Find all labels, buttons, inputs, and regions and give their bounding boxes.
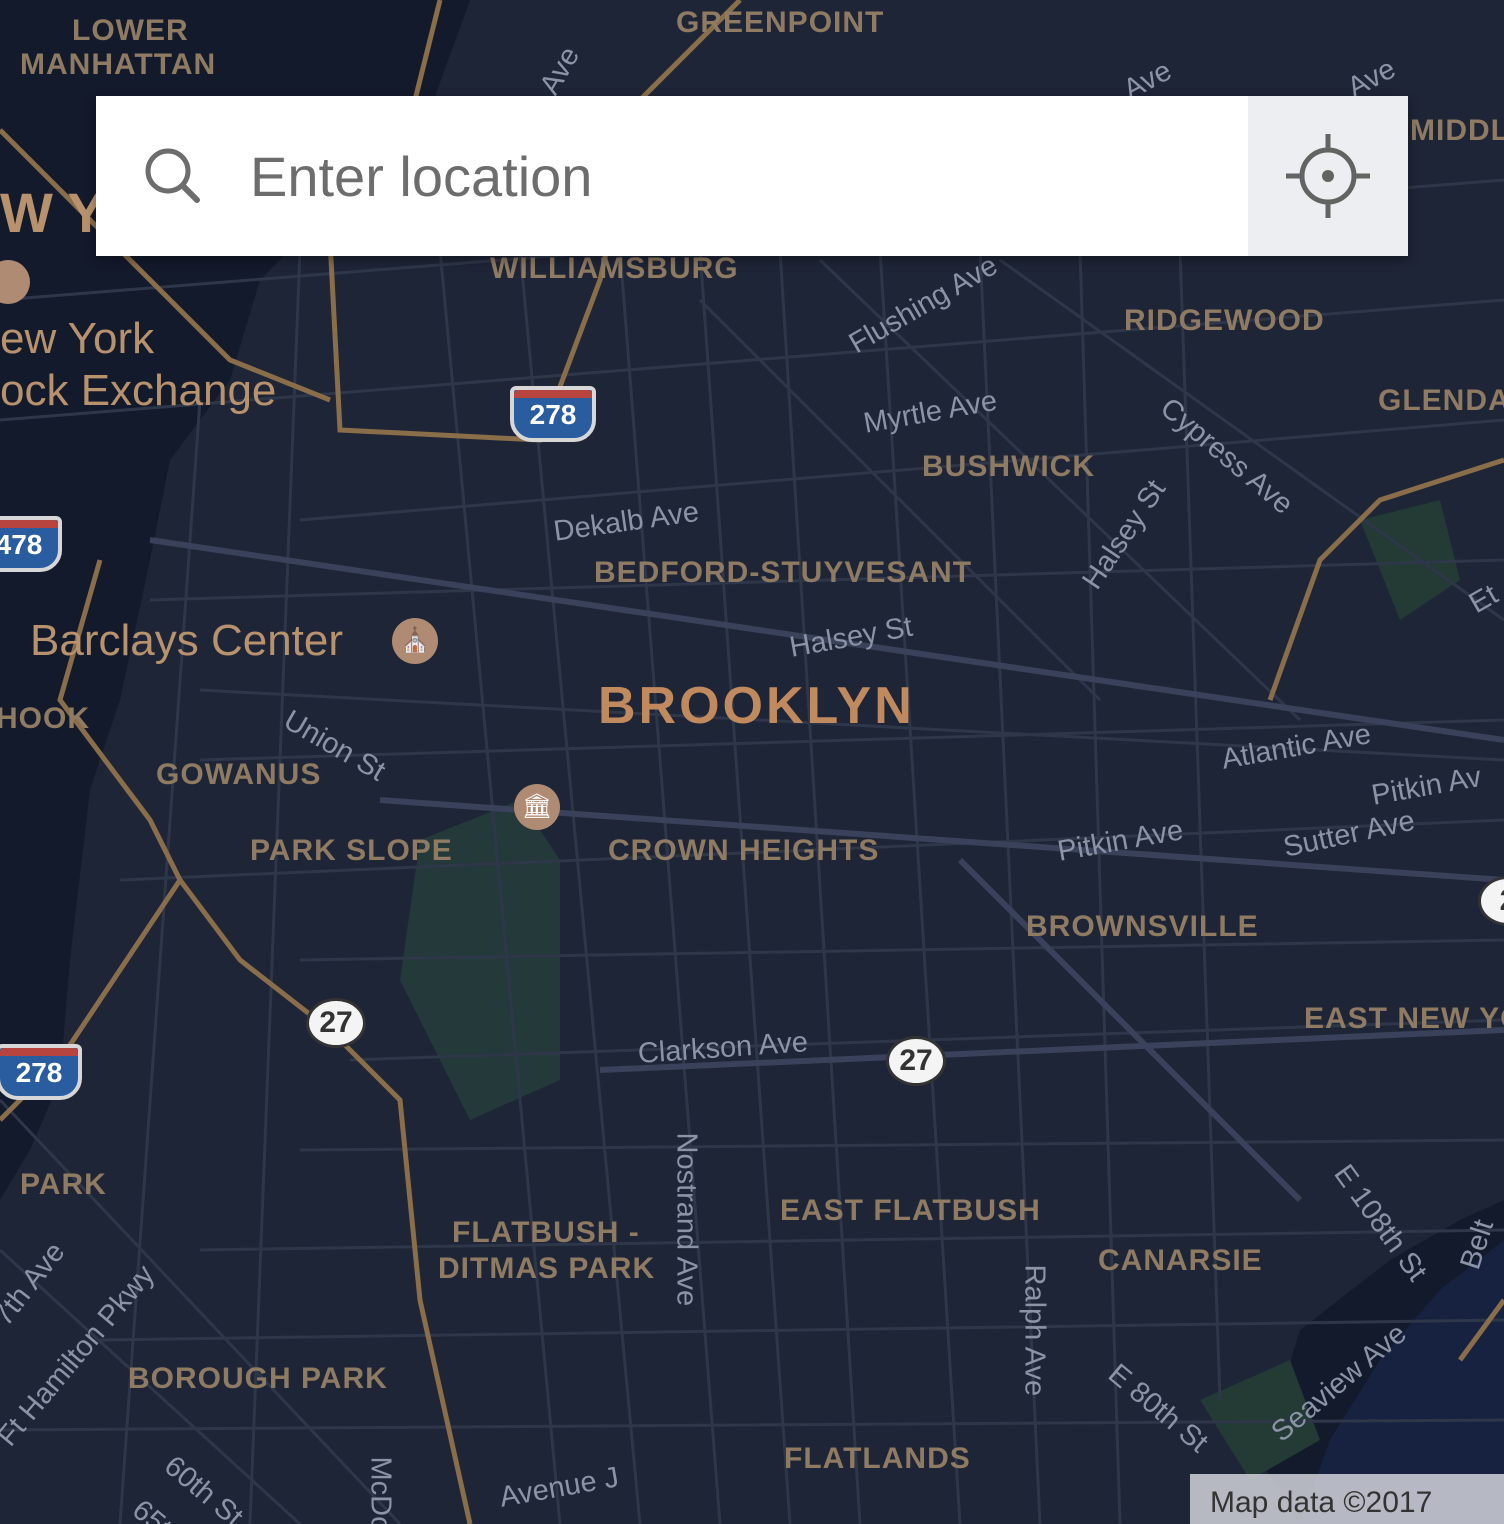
search-icon [96, 96, 250, 256]
museum-icon[interactable]: 🏛 [514, 784, 560, 830]
poi-label: ock Exchange [0, 366, 277, 415]
neighborhood-label: FLATLANDS [784, 1442, 971, 1475]
state-route-shield: 27 [306, 998, 366, 1048]
street-label: McDo [364, 1456, 397, 1524]
neighborhood-label: HOOK [0, 702, 90, 735]
poi-label: ew York [0, 314, 155, 363]
street-label: Nostrand Ave [670, 1132, 703, 1307]
neighborhood-label: CROWN HEIGHTS [608, 834, 880, 867]
interstate-shield: 278 [510, 386, 596, 442]
state-route-shield: 27 [886, 1036, 946, 1086]
interstate-shield: 478 [0, 516, 62, 572]
map-attribution: Map data ©2017 [1190, 1474, 1504, 1524]
neighborhood-label: EAST FLATBUSH [780, 1194, 1041, 1227]
neighborhood-label: BOROUGH PARK [128, 1362, 388, 1395]
poi-label[interactable]: Barclays Center [30, 616, 343, 666]
neighborhood-label: PARK [20, 1168, 107, 1201]
neighborhood-label: GOWANUS [156, 758, 322, 791]
locate-me-button[interactable] [1248, 96, 1408, 256]
neighborhood-label: MIDDL [1410, 114, 1504, 147]
neighborhood-label: LOWER [72, 14, 189, 47]
neighborhood-label: FLATBUSH - [452, 1216, 640, 1249]
city-label: BROOKLYN [598, 677, 915, 735]
neighborhood-label: RIDGEWOOD [1124, 304, 1325, 337]
stadium-icon[interactable]: ⛪ [392, 618, 438, 664]
neighborhood-label: BEDFORD-STUYVESANT [594, 556, 973, 589]
neighborhood-label: BUSHWICK [922, 450, 1095, 483]
crosshair-locate-icon [1286, 134, 1370, 218]
neighborhood-label: WILLIAMSBURG [490, 252, 739, 285]
neighborhood-label: MANHATTAN [20, 48, 217, 81]
neighborhood-label: EAST NEW YO [1304, 1002, 1504, 1035]
neighborhood-label: CANARSIE [1098, 1244, 1263, 1277]
neighborhood-label: DITMAS PARK [438, 1252, 656, 1285]
location-search-input[interactable] [250, 96, 1248, 256]
neighborhood-label: GLENDA [1378, 384, 1504, 417]
interstate-shield: 278 [0, 1044, 82, 1100]
map-canvas[interactable]: LOWER MANHATTAN GREENPOINT WILLIAMSBURG … [0, 0, 1504, 1524]
neighborhood-label: GREENPOINT [676, 6, 885, 39]
neighborhood-label: BROWNSVILLE [1026, 910, 1259, 943]
neighborhood-label: PARK SLOPE [250, 834, 453, 867]
street-label: Ralph Ave [1018, 1264, 1051, 1397]
poi-label: W Y [0, 181, 105, 244]
location-search-bar [96, 96, 1408, 256]
